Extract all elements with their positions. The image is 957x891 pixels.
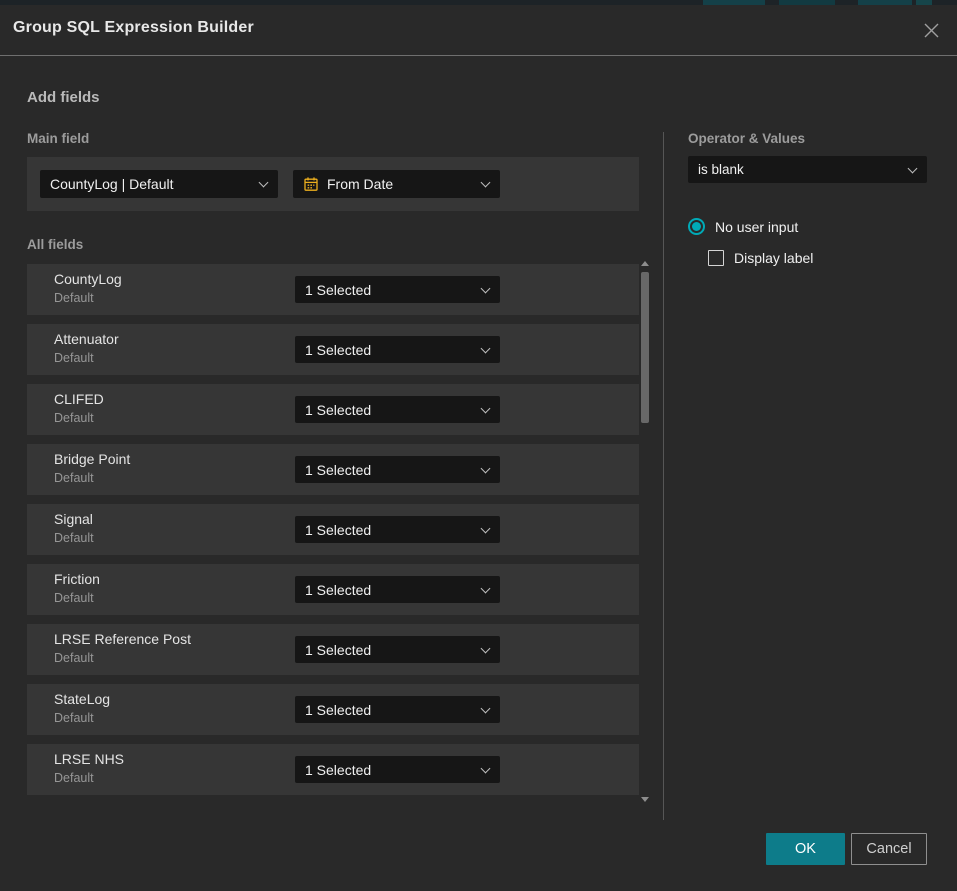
field-subtitle: Default [54, 351, 94, 365]
main-layer-select-value: CountyLog | Default [50, 176, 174, 192]
chevron-down-icon [481, 403, 491, 413]
chevron-down-icon [481, 643, 491, 653]
dialog-titlebar: Group SQL Expression Builder [0, 5, 957, 56]
field-selected-value: 1 Selected [305, 342, 371, 358]
cancel-button[interactable]: Cancel [851, 833, 927, 865]
group-sql-expression-builder-dialog: Group SQL Expression Builder Add fields … [0, 5, 957, 891]
field-selected-dropdown[interactable]: 1 Selected [295, 696, 500, 723]
field-name: Signal [54, 511, 93, 527]
field-selected-value: 1 Selected [305, 582, 371, 598]
field-subtitle: Default [54, 531, 94, 545]
main-field-panel: CountyLog | Default From Date [27, 157, 639, 211]
field-subtitle: Default [54, 471, 94, 485]
field-row: CountyLog Default 1 Selected [27, 264, 639, 315]
scrollbar-up-arrow-icon[interactable] [641, 261, 649, 266]
field-selected-value: 1 Selected [305, 762, 371, 778]
scrollbar[interactable] [640, 259, 650, 804]
field-selected-dropdown[interactable]: 1 Selected [295, 636, 500, 663]
checkbox-label: Display label [734, 250, 813, 266]
all-fields-heading: All fields [27, 237, 83, 252]
main-field-select[interactable]: From Date [293, 170, 500, 198]
chevron-down-icon [481, 343, 491, 353]
field-name: LRSE Reference Post [54, 631, 191, 647]
ok-button[interactable]: OK [766, 833, 845, 865]
chevron-down-icon [481, 703, 491, 713]
field-name: Bridge Point [54, 451, 130, 467]
field-selected-dropdown[interactable]: 1 Selected [295, 576, 500, 603]
field-selected-value: 1 Selected [305, 402, 371, 418]
field-row: StateLog Default 1 Selected [27, 684, 639, 735]
chevron-down-icon [259, 178, 269, 188]
radio-label: No user input [715, 219, 798, 235]
chevron-down-icon [481, 178, 491, 188]
main-layer-select[interactable]: CountyLog | Default [40, 170, 278, 198]
field-selected-value: 1 Selected [305, 462, 371, 478]
chevron-down-icon [908, 163, 918, 173]
field-selected-dropdown[interactable]: 1 Selected [295, 336, 500, 363]
scrollbar-down-arrow-icon[interactable] [641, 797, 649, 802]
operator-select[interactable]: is blank [688, 156, 927, 183]
main-field-select-value: From Date [327, 176, 393, 192]
field-row: LRSE Reference Post Default 1 Selected [27, 624, 639, 675]
field-subtitle: Default [54, 711, 94, 725]
scrollbar-thumb[interactable] [641, 272, 649, 423]
screen: Group SQL Expression Builder Add fields … [0, 0, 957, 891]
field-name: CountyLog [54, 271, 122, 287]
field-row: Signal Default 1 Selected [27, 504, 639, 555]
chevron-down-icon [481, 463, 491, 473]
field-selected-dropdown[interactable]: 1 Selected [295, 516, 500, 543]
field-row: CLIFED Default 1 Selected [27, 384, 639, 435]
field-selected-dropdown[interactable]: 1 Selected [295, 756, 500, 783]
field-subtitle: Default [54, 771, 94, 785]
field-name: LRSE NHS [54, 751, 124, 767]
chevron-down-icon [481, 283, 491, 293]
all-fields-list: CountyLog Default 1 Selected Attenuator … [27, 264, 639, 795]
checkbox-unchecked-icon[interactable] [708, 250, 724, 266]
field-row: Friction Default 1 Selected [27, 564, 639, 615]
field-selected-value: 1 Selected [305, 642, 371, 658]
vertical-divider [663, 132, 664, 820]
field-selected-value: 1 Selected [305, 522, 371, 538]
calendar-icon [303, 176, 319, 192]
field-row: Bridge Point Default 1 Selected [27, 444, 639, 495]
dialog-title: Group SQL Expression Builder [13, 19, 254, 37]
field-name: CLIFED [54, 391, 104, 407]
close-icon[interactable] [919, 18, 943, 42]
operator-values-heading: Operator & Values [688, 131, 805, 146]
field-subtitle: Default [54, 411, 94, 425]
field-subtitle: Default [54, 651, 94, 665]
main-field-heading: Main field [27, 131, 89, 146]
operator-select-value: is blank [698, 162, 744, 177]
field-selected-value: 1 Selected [305, 702, 371, 718]
field-row: Attenuator Default 1 Selected [27, 324, 639, 375]
field-name: Attenuator [54, 331, 119, 347]
no-user-input-option[interactable]: No user input [688, 218, 798, 235]
field-subtitle: Default [54, 591, 94, 605]
chevron-down-icon [481, 763, 491, 773]
field-name: Friction [54, 571, 100, 587]
chevron-down-icon [481, 523, 491, 533]
field-selected-dropdown[interactable]: 1 Selected [295, 276, 500, 303]
display-label-option[interactable]: Display label [708, 250, 813, 266]
field-name: StateLog [54, 691, 110, 707]
radio-selected-icon[interactable] [688, 218, 705, 235]
field-selected-dropdown[interactable]: 1 Selected [295, 396, 500, 423]
field-selected-value: 1 Selected [305, 282, 371, 298]
field-selected-dropdown[interactable]: 1 Selected [295, 456, 500, 483]
field-subtitle: Default [54, 291, 94, 305]
chevron-down-icon [481, 583, 491, 593]
field-row: LRSE NHS Default 1 Selected [27, 744, 639, 795]
add-fields-heading: Add fields [27, 89, 100, 106]
